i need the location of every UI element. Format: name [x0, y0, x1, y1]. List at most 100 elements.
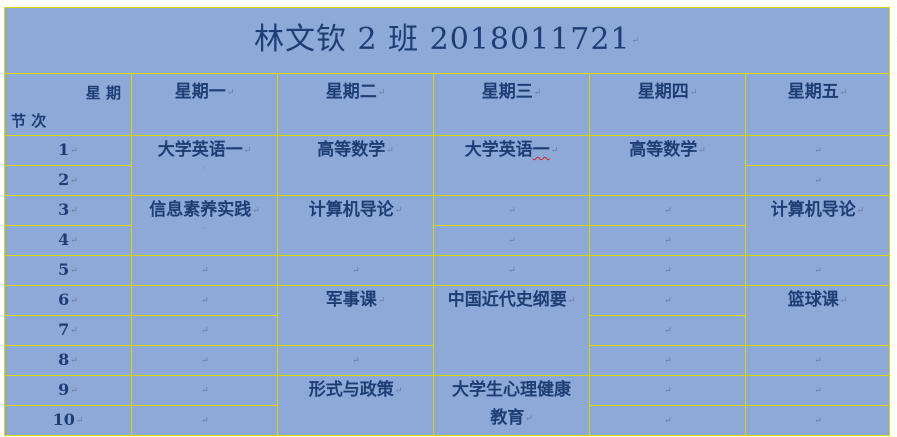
paragraph-mark: ↵ [75, 415, 84, 426]
paragraph-mark: ↵ [698, 145, 706, 156]
cell-text: 高等数学 [317, 140, 386, 160]
course-cell-wed-6-8: 中国近代史纲要↵ [433, 285, 590, 376]
period-label: 9↵ [4, 375, 132, 406]
cell-text: 大学英语一 [157, 140, 243, 160]
paragraph-mark: ↵ [814, 385, 822, 396]
cell-text: 2 [58, 170, 70, 189]
cell-text: 星期一 [174, 82, 226, 102]
empty-cell: ↵ [433, 255, 590, 286]
paragraph-mark: ↵ [814, 265, 822, 276]
empty-cell: ↵ [131, 375, 278, 406]
timetable-title-cell: 林文钦 2 班 2018011721↵ ¤ [3, 7, 897, 74]
paragraph-mark: ↵ [664, 265, 672, 276]
empty-cell: ↵¤ [744, 255, 891, 286]
cell-text: 1 [58, 140, 70, 159]
course-cell-tue-1-2: 高等数学↵ [277, 135, 434, 196]
paragraph-mark: ↵ [377, 87, 386, 98]
paragraph-mark: ↵ [352, 355, 360, 366]
course-cell-tue-6-7: 军事课↵ [277, 285, 434, 346]
period-label: 1↵ [4, 135, 132, 166]
paragraph-mark: ↵ [70, 295, 78, 306]
paragraph-mark: ↵ [550, 145, 559, 156]
cell-text: 大学英语 [464, 140, 533, 160]
empty-cell: ↵ [131, 315, 278, 346]
cell-text: 6 [58, 290, 70, 309]
period-label: 6↵ [4, 285, 132, 316]
empty-cell: ↵ [131, 255, 278, 286]
cell-text: 计算机导论 [308, 200, 394, 220]
paragraph-mark: ↵ [631, 36, 641, 46]
paragraph-mark: ↵ [70, 205, 78, 216]
empty-cell: ↵ [131, 345, 278, 376]
corner-header: 星 期 节 次 [4, 73, 132, 136]
paragraph-mark: ↵ [839, 295, 848, 306]
paragraph-mark: ↵ [664, 295, 672, 306]
course-cell-fri-3-4: 计算机导论↵¤ [744, 195, 891, 256]
cell-text: 形式与政策 [308, 380, 394, 400]
cell-text: 7 [58, 320, 70, 339]
period-label: 5↵ [4, 255, 132, 286]
cell-text: 星期四 [637, 82, 689, 102]
paragraph-mark: ↵ [226, 87, 235, 98]
cell-text: 教育 [490, 408, 525, 428]
formatting-dot: · [203, 163, 206, 173]
course-cell-wed-9-10: 大学生心理健康 教育↵ [433, 375, 590, 436]
paragraph-mark: ↵ [201, 325, 209, 336]
paragraph-mark: ↵ [252, 205, 260, 216]
paragraph-mark: ↵ [201, 265, 209, 276]
cell-text: 4 [58, 230, 70, 249]
empty-cell: ↵¤ [744, 135, 891, 166]
cell-text: 8 [58, 350, 70, 369]
empty-cell: ↵¤ [744, 405, 891, 436]
paragraph-mark: ↵ [201, 295, 209, 306]
empty-cell: ↵ [589, 315, 746, 346]
paragraph-mark: ↵ [814, 145, 822, 156]
course-cell-mon-1-2: 大学英语一↵ · [131, 135, 278, 196]
cell-text: 军事课 [325, 290, 377, 310]
paragraph-mark: ↵ [70, 145, 78, 156]
day-header-tue: 星期二↵ [277, 73, 434, 136]
paragraph-mark: ↵ [814, 355, 822, 366]
day-header-fri: 星期五↵ ¤ [744, 73, 891, 136]
cell-text: 9 [58, 380, 70, 399]
course-cell-wed-1-2: 大学英语一↵ [433, 135, 590, 196]
empty-cell: ↵¤ [744, 165, 891, 196]
timetable-title: 林文钦 2 班 2018011721 [253, 22, 631, 57]
cell-text: 星期三 [481, 82, 533, 102]
cell-text: 大学生心理健康 [452, 380, 571, 400]
cell-text: 星期二 [325, 82, 377, 102]
cell-text: 中国近代史纲要 [447, 290, 567, 310]
paragraph-mark: ↵ [508, 205, 516, 216]
empty-cell: ↵ [589, 345, 746, 376]
paragraph-mark: ↵ [70, 175, 78, 186]
cell-text: 高等数学 [629, 140, 698, 160]
day-header-thu: 星期四↵ [589, 73, 746, 136]
paragraph-mark: ↵ [377, 295, 386, 306]
paragraph-mark: ↵ [567, 295, 576, 306]
cell-text: 信息素养实践 [149, 200, 252, 220]
paragraph-mark: ↵ [839, 87, 848, 98]
empty-cell: ↵ [277, 255, 434, 286]
paragraph-mark: ↵ [664, 355, 672, 366]
formatting-dot: · [203, 223, 206, 233]
period-label: 7↵ [4, 315, 132, 346]
day-header-wed: 星期三↵ [433, 73, 590, 136]
paragraph-mark: ↵ [201, 415, 209, 426]
paragraph-mark: ↵ [70, 385, 78, 396]
paragraph-mark: ↵ [664, 385, 672, 396]
course-cell-thu-1-2: 高等数学↵ [589, 135, 746, 196]
paragraph-mark: ↵ [201, 385, 209, 396]
paragraph-mark: ↵ [814, 175, 822, 186]
cell-text: 一 [532, 140, 550, 160]
paragraph-mark: ↵ [201, 355, 209, 366]
empty-cell: ↵ [589, 195, 746, 226]
course-cell-fri-6-7: 篮球课↵¤ [744, 285, 891, 346]
paragraph-mark: ↵ [664, 235, 672, 246]
cell-text: 10 [52, 410, 75, 429]
cell-text: 星期五 [787, 82, 839, 102]
empty-cell: ↵ [433, 195, 590, 226]
period-label: 3↵ [4, 195, 132, 226]
empty-cell: ↵¤ [744, 345, 891, 376]
cell-text: 篮球课 [787, 290, 839, 310]
empty-cell: ↵ [433, 225, 590, 256]
